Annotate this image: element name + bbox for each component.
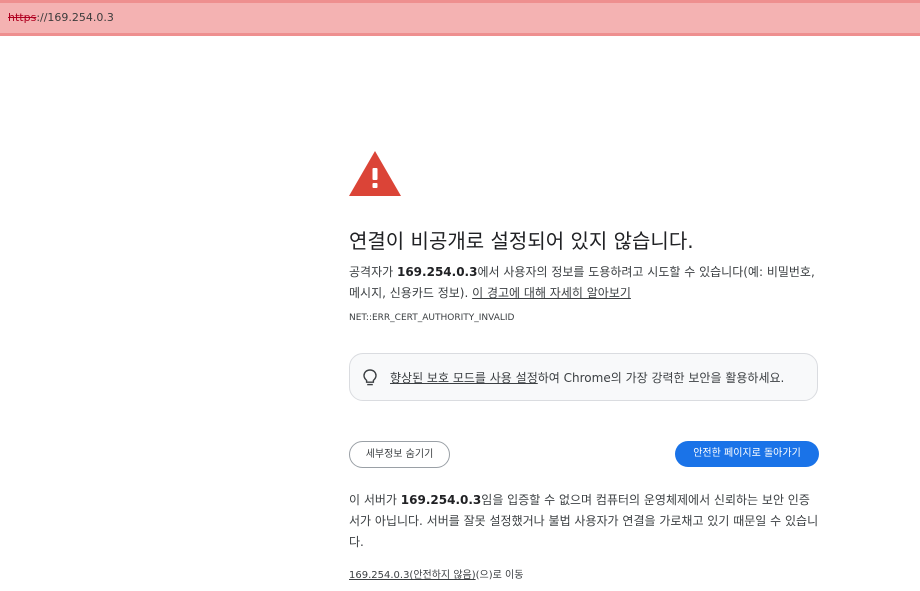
desc-host: 169.254.0.3 [396,265,478,279]
proceed-rest: (으)로 이동 [475,570,524,581]
warning-triangle-icon [349,151,401,196]
back-to-safety-button[interactable]: 안전한 페이지로 돌아가기 [675,441,819,467]
desc-prefix: 공격자가 [349,265,397,279]
lightbulb-icon [363,369,377,386]
url-host: ://169.254.0.3 [36,11,114,24]
page-title: 연결이 비공개로 설정되어 있지 않습니다. [349,229,694,253]
details-host: 169.254.0.3 [400,493,482,507]
details-prefix: 이 서버가 [349,493,401,507]
learn-more-link[interactable]: 이 경고에 대해 자세히 알아보기 [472,286,631,300]
proceed-line: 169.254.0.3(안전하지 않음)(으)로 이동 [349,566,523,581]
url-text[interactable]: https://169.254.0.3 [8,11,114,24]
details-text: 이 서버가 169.254.0.3임을 입증할 수 없으며 컴퓨터의 운영체제에… [349,490,819,553]
address-bar[interactable]: https://169.254.0.3 [0,0,920,36]
banner-text: 향상된 보호 모드를 사용 설정하여 Chrome의 가장 강력한 보안을 활용… [390,369,784,386]
enable-enhanced-protection-link[interactable]: 향상된 보호 모드를 사용 설정 [390,371,538,385]
proceed-unsafe-link[interactable]: 169.254.0.3(안전하지 않음) [349,570,476,581]
hide-details-button[interactable]: 세부정보 숨기기 [349,441,450,468]
error-code: NET::ERR_CERT_AUTHORITY_INVALID [349,313,515,323]
banner-rest: 하여 Chrome의 가장 강력한 보안을 활용하세요. [537,371,785,385]
warning-description: 공격자가 169.254.0.3에서 사용자의 정보를 도용하려고 시도할 수 … [349,262,819,304]
url-scheme-insecure: https [8,11,37,24]
enhanced-protection-banner: 향상된 보호 모드를 사용 설정하여 Chrome의 가장 강력한 보안을 활용… [349,353,818,401]
